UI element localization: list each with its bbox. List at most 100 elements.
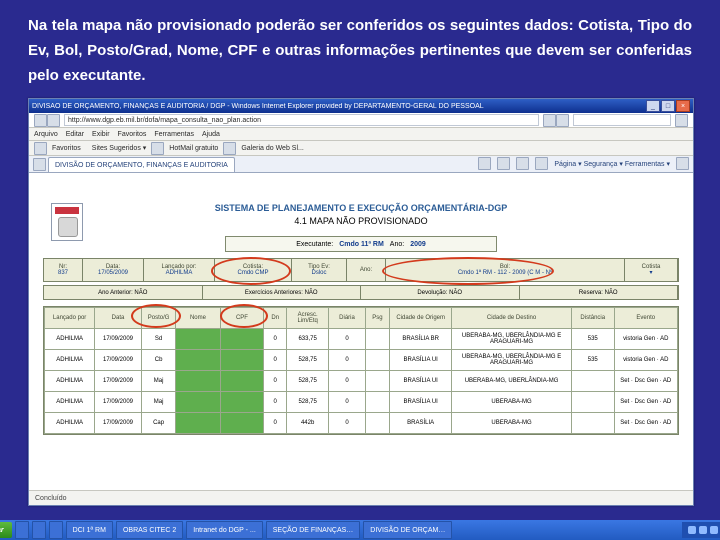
nr-value: 837 — [58, 270, 68, 277]
ano-value: 2009 — [410, 241, 426, 248]
print-icon[interactable] — [535, 157, 548, 170]
ano-anterior: Ano Anterior: NÃO — [44, 286, 203, 299]
grid-cell — [176, 350, 220, 371]
lancado-value: ADHILMA — [166, 270, 193, 277]
refresh-icon[interactable] — [543, 114, 556, 127]
grid-cell: Maj — [141, 392, 176, 413]
data-label: Data: — [106, 264, 120, 271]
tray-icon[interactable] — [710, 526, 718, 534]
grid-cell: 633,75 — [287, 329, 329, 350]
taskbar-item[interactable]: DIVISÃO DE ORÇAM… — [363, 521, 452, 539]
table-row: ADHILMA17/09/2009Cb0528,750BRASÍLIA UIUB… — [45, 350, 678, 371]
crest-icon — [51, 203, 83, 241]
search-icon[interactable] — [675, 114, 688, 127]
grid-header: Psg — [365, 308, 390, 329]
help-icon[interactable] — [676, 157, 689, 170]
page-icon — [33, 158, 46, 171]
grid-cell — [176, 392, 220, 413]
grid-cell: UBERABA-MG — [452, 392, 572, 413]
grid-cell: 535 — [572, 350, 614, 371]
menu-editar[interactable]: Editar — [66, 131, 84, 138]
taskbar-item[interactable] — [49, 521, 63, 539]
cotista2-value[interactable]: ▾ — [649, 270, 652, 277]
table-row: ADHILMA17/09/2009Cap0442b0BRASÍLIAUBERAB… — [45, 413, 678, 434]
menu-favoritos[interactable]: Favoritos — [118, 131, 147, 138]
minimize-icon[interactable]: _ — [646, 100, 660, 112]
fav-item[interactable]: Sites Sugeridos ▾ — [92, 144, 147, 152]
highlight-circle — [382, 257, 554, 285]
grid-cell: 0 — [329, 371, 365, 392]
right-tools[interactable]: Página ▾ Segurança ▾ Ferramentas ▾ — [554, 160, 670, 168]
home-icon[interactable] — [478, 157, 491, 170]
table-row: ADHILMA17/09/2009Maj0528,750BRASÍLIA UIU… — [45, 371, 678, 392]
forward-icon[interactable] — [47, 114, 60, 127]
search-field[interactable] — [573, 114, 671, 126]
taskbar-item[interactable] — [15, 521, 29, 539]
tray-icon[interactable] — [699, 526, 707, 534]
favorites-toolbar: Favoritos Sites Sugeridos ▾ HotMail grat… — [29, 141, 693, 156]
back-icon[interactable] — [34, 114, 47, 127]
grid-cell: ADHILMA — [45, 329, 95, 350]
fav-item[interactable]: HotMail gratuito — [169, 145, 218, 152]
mail-icon[interactable] — [151, 142, 164, 155]
grid-cell: 528,75 — [287, 371, 329, 392]
grid-cell: Maj — [141, 371, 176, 392]
maximize-icon[interactable]: □ — [661, 100, 675, 112]
grid-cell: 535 — [572, 329, 614, 350]
menu-ajuda[interactable]: Ajuda — [202, 131, 220, 138]
tipoev-label: Tipo Ev: — [308, 264, 330, 271]
grid-cell — [176, 413, 220, 434]
header-row: Nr:837 Data:17/05/2009 Lançado por:ADHIL… — [43, 258, 679, 282]
grid-cell: vistoria Gen · AD — [614, 350, 678, 371]
exercicios-anteriores: Exercícios Anteriores: NÃO — [203, 286, 362, 299]
tab-active[interactable]: DIVISÃO DE ORÇAMENTO, FINANÇAS E AUDITOR… — [48, 157, 235, 172]
star-icon[interactable] — [34, 142, 47, 155]
grid-header: Nome — [176, 308, 220, 329]
window-title: DIVISÃO DE ORÇAMENTO, FINANÇAS E AUDITOR… — [32, 103, 645, 110]
grid-cell: 17/09/2009 — [95, 329, 142, 350]
gallery-icon[interactable] — [223, 142, 236, 155]
table-row: ADHILMA17/09/2009Maj0528,750BRASÍLIA UIU… — [45, 392, 678, 413]
grid-cell: 0 — [264, 371, 287, 392]
grid-cell: 0 — [264, 329, 287, 350]
grid-cell: 17/09/2009 — [95, 371, 142, 392]
menu-exibir[interactable]: Exibir — [92, 131, 110, 138]
grid-cell: Cap — [141, 413, 176, 434]
flags-row: Ano Anterior: NÃO Exercícios Anteriores:… — [43, 285, 679, 300]
fav-item[interactable]: Galeria do Web Sl... — [241, 145, 304, 152]
grid-cell: UBERABA-MG, UBERLÂNDIA-MG — [452, 371, 572, 392]
grid-cell — [176, 371, 220, 392]
grid-cell: 0 — [329, 413, 365, 434]
taskbar-item[interactable]: DCI 1ª RM — [66, 521, 113, 539]
grid-cell: 17/09/2009 — [95, 350, 142, 371]
grid-cell: ADHILMA — [45, 350, 95, 371]
tray-icon[interactable] — [688, 526, 696, 534]
url-field[interactable]: http://www.dgp.eb.mil.br/dofa/mapa_consu… — [64, 114, 539, 126]
status-bar: Concluído — [29, 490, 693, 505]
taskbar-item[interactable] — [32, 521, 46, 539]
exec-label: Executante: — [296, 241, 333, 248]
grid-cell: 0 — [329, 329, 365, 350]
grid-cell — [572, 371, 614, 392]
taskbar-item[interactable]: SEÇÃO DE FINANÇAS… — [266, 521, 361, 539]
grid-cell: BRASÍLIA BR — [390, 329, 452, 350]
menu-ferramentas[interactable]: Ferramentas — [154, 131, 194, 138]
grid-cell: BRASÍLIA UI — [390, 371, 452, 392]
taskbar-item[interactable]: OBRAS CITEC 2 — [116, 521, 183, 539]
mailread-icon[interactable] — [516, 157, 529, 170]
grid-cell — [365, 371, 390, 392]
grid-cell: ADHILMA — [45, 413, 95, 434]
menu-arquivo[interactable]: Arquivo — [34, 131, 58, 138]
close-icon[interactable]: × — [676, 100, 690, 112]
grid-header: Evento — [614, 308, 678, 329]
grid-header: Cidade de Origem — [390, 308, 452, 329]
lancado-label: Lançado por: — [161, 264, 196, 271]
system-tray[interactable]: 14:33 — [682, 522, 720, 538]
grid-cell — [176, 329, 220, 350]
stop-icon[interactable] — [556, 114, 569, 127]
grid-cell: BRASÍLIA — [390, 413, 452, 434]
grid-cell — [572, 413, 614, 434]
taskbar-item[interactable]: Intranet do DGP - ... — [186, 521, 263, 539]
start-button[interactable]: Iniciar — [0, 522, 12, 538]
feed-icon[interactable] — [497, 157, 510, 170]
